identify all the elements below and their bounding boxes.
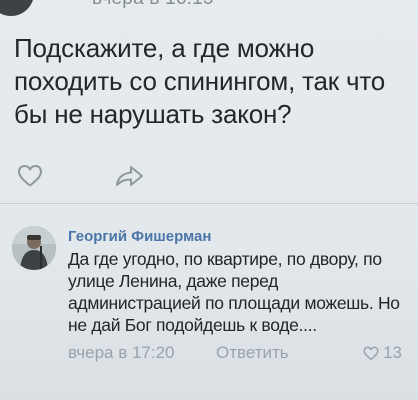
share-arrow-icon [116, 166, 143, 186]
post-time: вчера в 16:15 [92, 0, 214, 10]
comment: Георгий Фишерман Да где угодно, по кварт… [0, 212, 418, 400]
avatar-photo [12, 226, 56, 270]
screen: вчера в 16:15 Подскажите, а где можно по… [0, 0, 418, 400]
share-button[interactable] [114, 162, 146, 190]
heart-icon [18, 165, 42, 187]
divider [0, 203, 418, 204]
comment-author-avatar[interactable] [12, 226, 56, 270]
comment-time: вчера в 17:20 [68, 343, 175, 362]
comment-like-count: 13 [383, 343, 402, 362]
comment-meta: вчера в 17:20 Ответить 13 [68, 343, 408, 365]
comment-text: Да где угодно, по квартире, по двору, по… [68, 249, 400, 335]
heart-icon [363, 346, 379, 360]
comment-like-button[interactable]: 13 [363, 343, 402, 363]
post-author-avatar[interactable] [0, 0, 34, 16]
like-button[interactable] [16, 162, 44, 190]
reply-button[interactable]: Ответить [216, 343, 289, 363]
comment-author-name[interactable]: Георгий Фишерман [68, 228, 211, 245]
post-actions [0, 158, 418, 198]
post-header: вчера в 16:15 [0, 0, 418, 22]
post-text: Подскажите, а где можно походить со спин… [14, 33, 386, 129]
